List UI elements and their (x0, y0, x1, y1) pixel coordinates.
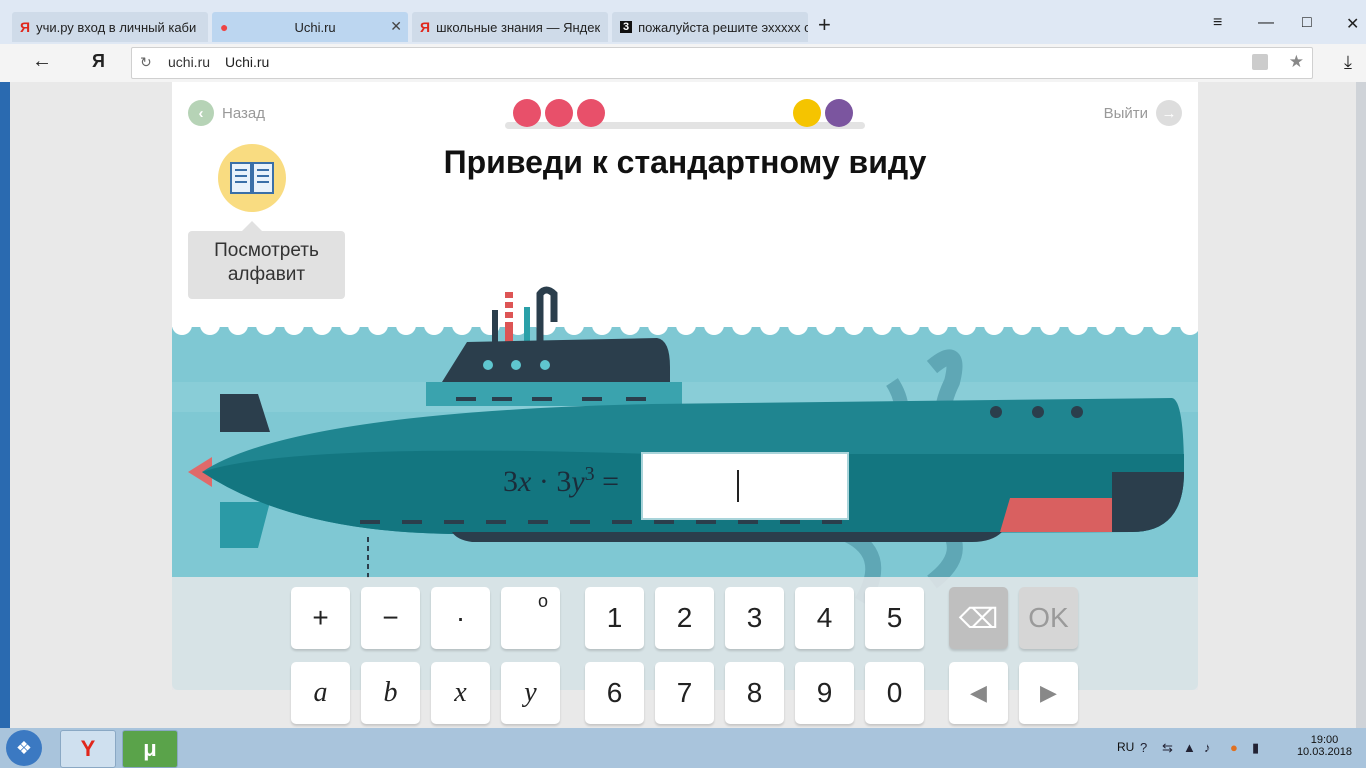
ok-button[interactable]: OK (1019, 587, 1078, 649)
url-page-title: Uchi.ru (225, 54, 270, 70)
tab-bar: Я учи.ру вход в личный каби ● Uchi.ru ✕ … (0, 0, 1366, 44)
math-keyboard: + − · o 1 2 3 4 5 ⌫ OK a b x y 6 7 8 9 0… (172, 577, 1198, 724)
cursor-left-key[interactable]: ◀ (949, 662, 1008, 724)
key-x[interactable]: x (431, 662, 490, 724)
key-minus[interactable]: − (361, 587, 420, 649)
key-0[interactable]: 0 (865, 662, 924, 724)
answer-input[interactable] (641, 452, 849, 520)
back-button[interactable]: ‹ Назад (188, 100, 265, 126)
back-label: Назад (222, 104, 265, 122)
coef-a: 3 (503, 465, 518, 498)
key-7[interactable]: 7 (655, 662, 714, 724)
new-tab-button[interactable]: + (818, 12, 831, 38)
clock[interactable]: 19:00 10.03.2018 (1297, 734, 1352, 758)
help-icon[interactable]: ? (1140, 740, 1147, 755)
coef-b: 3 (556, 465, 572, 498)
close-tab-icon[interactable]: ✕ (390, 18, 402, 35)
exit-button[interactable]: Выйти → (1104, 100, 1182, 126)
taskbar: ❖ Y μ RU ? ⇆ ▲ ♪ ● ▮ 19:00 10.03.2018 (0, 728, 1366, 768)
tooltip-arrow (242, 221, 262, 231)
equals-sign: = (602, 465, 620, 498)
close-window-button[interactable]: ✕ (1346, 14, 1359, 34)
tab-label: учи.ру вход в личный каби (36, 19, 197, 35)
key-5[interactable]: 5 (865, 587, 924, 649)
back-arrow-icon[interactable]: ← (32, 50, 52, 73)
exit-icon: → (1156, 100, 1182, 126)
progress-dot (513, 99, 541, 127)
key-power[interactable]: o (501, 587, 560, 649)
tab-znania[interactable]: 3 пожалуйста решите эхxxxx c (612, 12, 808, 42)
page-title: Приведи к стандартному виду (443, 144, 927, 180)
tray-app-icon[interactable]: ● (1230, 740, 1238, 755)
backspace-key[interactable]: ⌫ (949, 587, 1008, 649)
yandex-home-icon[interactable]: Я (92, 51, 105, 72)
key-dot[interactable]: · (431, 587, 490, 649)
multiply-dot: · (538, 465, 549, 498)
progress-dot (793, 99, 821, 127)
show-hidden-icons-icon[interactable]: ▲ (1183, 740, 1196, 755)
yandex-icon: Я (20, 19, 31, 35)
alphabet-tooltip[interactable]: Посмотреть алфавит (188, 231, 345, 299)
var-y: y (571, 465, 585, 498)
cursor-right-key[interactable]: ▶ (1019, 662, 1078, 724)
tab-label: школьные знания — Яндек (436, 19, 601, 35)
book-icon (230, 162, 274, 194)
bookmark-star-icon[interactable]: ★ (1289, 52, 1304, 72)
znania-icon: 3 (620, 21, 633, 33)
key-4[interactable]: 4 (795, 587, 854, 649)
yandex-browser-taskbar-icon[interactable]: Y (60, 730, 116, 768)
address-bar: ← Я ↻ uchi.ru Uchi.ru ★ ⤓ (0, 44, 1366, 83)
progress-dot (545, 99, 573, 127)
clock-time: 19:00 (1310, 734, 1339, 746)
tab-uchi-ru[interactable]: ● Uchi.ru ✕ (212, 12, 408, 42)
menu-icon[interactable]: ≡ (1213, 14, 1222, 32)
key-1[interactable]: 1 (585, 587, 644, 649)
url-field[interactable]: ↻ uchi.ru Uchi.ru ★ (131, 47, 1313, 79)
progress-dot (825, 99, 853, 127)
key-8[interactable]: 8 (725, 662, 784, 724)
clock-date: 10.03.2018 (1296, 746, 1352, 758)
key-3[interactable]: 3 (725, 587, 784, 649)
progress-dot (577, 99, 605, 127)
tooltip-line: алфавит (227, 264, 306, 285)
tab-yandex-search[interactable]: Я школьные знания — Яндек (412, 12, 608, 42)
key-6[interactable]: 6 (585, 662, 644, 724)
key-b[interactable]: b (361, 662, 420, 724)
alphabet-button[interactable] (218, 144, 286, 212)
key-9[interactable]: 9 (795, 662, 854, 724)
utorrent-taskbar-icon[interactable]: μ (122, 730, 178, 768)
download-icon[interactable]: ⤓ (1344, 52, 1352, 73)
url-domain: uchi.ru (168, 54, 211, 70)
language-indicator[interactable]: RU (1117, 740, 1134, 754)
scrollbar[interactable] (1356, 82, 1366, 728)
desktop-edge (0, 82, 10, 728)
uchi-favicon-icon: ● (220, 19, 229, 35)
math-expression: 3x · 3y3 = (503, 463, 619, 499)
reload-icon[interactable]: ↻ (140, 54, 152, 71)
maximize-button[interactable]: □ (1302, 14, 1312, 32)
key-plus[interactable]: + (291, 587, 350, 649)
minimize-button[interactable]: — (1258, 14, 1274, 32)
volume-icon[interactable]: ♪ (1204, 740, 1211, 755)
lock-icon (1252, 54, 1268, 70)
exponent: 3 (584, 463, 595, 485)
tab-uchi-login[interactable]: Я учи.ру вход в личный каби (12, 12, 208, 42)
key-a[interactable]: a (291, 662, 350, 724)
network-icon[interactable]: ⇆ (1162, 740, 1173, 756)
tab-label: Uchi.ru (294, 19, 336, 35)
tooltip-line: Посмотреть (214, 240, 319, 261)
exit-label: Выйти (1103, 104, 1148, 122)
var-x: x (518, 465, 532, 498)
key-2[interactable]: 2 (655, 587, 714, 649)
start-button[interactable]: ❖ (6, 730, 42, 766)
yandex-icon: Я (420, 19, 431, 35)
chevron-left-icon: ‹ (188, 100, 214, 126)
text-cursor (737, 470, 739, 502)
tab-label: пожалуйста решите эхxxxx c (638, 19, 808, 35)
power-icon[interactable]: ▮ (1252, 740, 1259, 756)
key-y[interactable]: y (501, 662, 560, 724)
